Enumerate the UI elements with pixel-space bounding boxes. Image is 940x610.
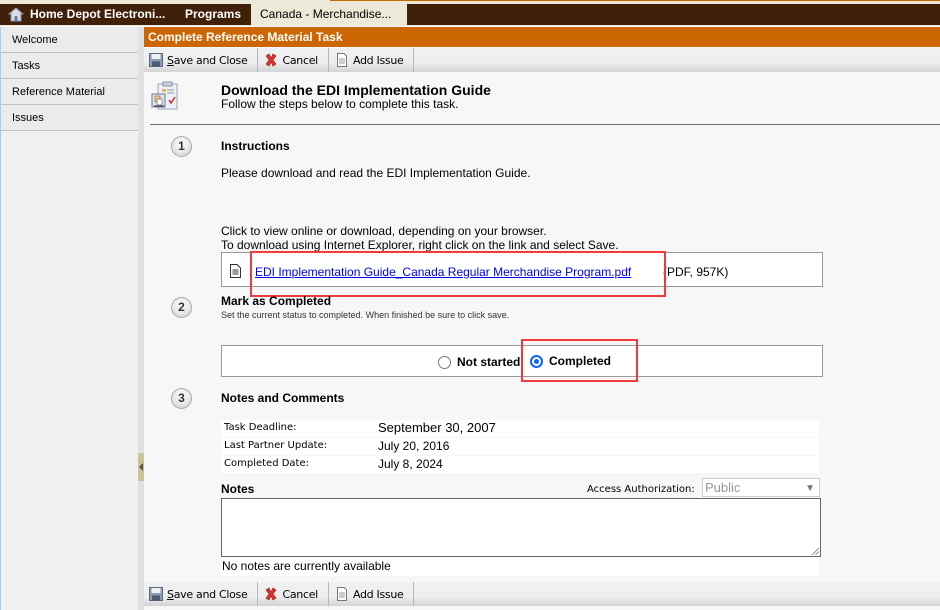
- info-row-task-deadline: Task Deadline: September 30, 2007: [221, 420, 819, 437]
- last-partner-update-label: Last Partner Update:: [224, 440, 328, 451]
- save-icon: [149, 53, 163, 67]
- toolbar-bottom: Save and Close Cancel Add Issue: [144, 582, 940, 606]
- save-and-close-button[interactable]: Save and Close: [144, 48, 259, 72]
- cancel-x-icon: [266, 53, 277, 67]
- step-1-instruction: Please download and read the EDI Impleme…: [221, 166, 531, 180]
- home-icon: [8, 7, 24, 22]
- add-issue-button-bottom[interactable]: Add Issue: [329, 582, 415, 606]
- task-deadline-value: September 30, 2007: [378, 420, 496, 435]
- notes-textarea[interactable]: [221, 498, 821, 557]
- access-authorization-value: Public: [705, 480, 741, 495]
- tab-programs[interactable]: Programs: [185, 4, 241, 25]
- step-1-title: Instructions: [221, 139, 290, 153]
- task-deadline-label: Task Deadline:: [224, 422, 297, 433]
- page-title: Complete Reference Material Task: [144, 27, 940, 47]
- add-issue-button[interactable]: Add Issue: [329, 48, 415, 72]
- file-document-icon: [230, 264, 241, 278]
- step-1-hint-1: Click to view online or download, depend…: [221, 224, 547, 238]
- add-issue-label: Add Issue: [352, 587, 404, 601]
- document-icon: [336, 587, 347, 601]
- save-label: ave and Close: [173, 587, 248, 601]
- save-and-close-button-bottom[interactable]: Save and Close: [144, 582, 259, 606]
- radio-not-started-input[interactable]: [438, 355, 451, 369]
- tab-home[interactable]: Home Depot Electroni...: [8, 4, 165, 25]
- radio-completed[interactable]: Completed: [530, 354, 611, 368]
- access-authorization-label: Access Authorization:: [587, 484, 695, 495]
- tab-programs-label: Programs: [185, 7, 242, 21]
- chevron-down-icon: ▼: [805, 483, 815, 494]
- access-authorization-select[interactable]: Public ▼: [702, 478, 820, 497]
- completed-date-label: Completed Date:: [224, 458, 309, 469]
- save-label: ave and Close: [173, 53, 248, 67]
- info-row-last-partner-update: Last Partner Update: July 20, 2016: [221, 438, 819, 455]
- tab-canada-merchandise[interactable]: Canada - Merchandise...: [251, 4, 407, 25]
- step-3-title: Notes and Comments: [221, 391, 345, 405]
- cancel-x-icon: [266, 587, 277, 601]
- edi-guide-download-link[interactable]: EDI Implementation Guide_Canada Regular …: [255, 265, 631, 279]
- task-subtitle: Follow the steps below to complete this …: [221, 97, 459, 111]
- save-accelerator: S: [167, 587, 174, 601]
- cancel-label: Cancel: [282, 53, 318, 67]
- last-partner-update-value: July 20, 2016: [378, 439, 450, 453]
- info-row-completed-date: Completed Date: July 8, 2024: [221, 456, 819, 473]
- top-accent-line: [330, 0, 940, 1]
- step-2-badge: 2: [171, 297, 192, 318]
- task-title: Download the EDI Implementation Guide: [221, 82, 491, 98]
- step-1-hint-2: To download using Internet Explorer, rig…: [221, 238, 619, 252]
- radio-not-started[interactable]: Not started: [438, 355, 520, 369]
- sidebar: Welcome Tasks Reference Material Issues: [0, 27, 138, 610]
- sidebar-item-welcome[interactable]: Welcome: [1, 27, 138, 53]
- file-attachment-box: EDI Implementation Guide_Canada Regular …: [221, 252, 823, 287]
- save-icon: [149, 587, 163, 601]
- step-2-title: Mark as Completed: [221, 294, 332, 308]
- top-nav: Home Depot Electroni... Programs Canada …: [0, 4, 940, 26]
- cancel-button-bottom[interactable]: Cancel: [258, 582, 329, 606]
- tab-canada-label: Canada - Merchandise...: [260, 7, 392, 21]
- radio-not-started-label: Not started: [457, 355, 521, 369]
- no-notes-message: No notes are currently available: [221, 557, 819, 576]
- header-divider: [150, 124, 940, 125]
- task-clipboard-icon: [151, 81, 178, 110]
- task-content: Download the EDI Implementation Guide Fo…: [144, 72, 940, 582]
- notes-label: Notes: [221, 482, 255, 496]
- step-3-badge: 3: [171, 388, 192, 409]
- save-accelerator: S: [167, 53, 174, 67]
- cancel-button[interactable]: Cancel: [258, 48, 329, 72]
- file-meta: (PDF, 957K): [663, 265, 729, 279]
- toolbar-top: Save and Close Cancel Add Issue: [144, 48, 940, 72]
- tab-home-label: Home Depot Electroni...: [30, 7, 166, 21]
- completed-date-value: July 8, 2024: [378, 457, 443, 471]
- step-2-subtitle: Set the current status to completed. Whe…: [221, 310, 510, 320]
- add-issue-label: Add Issue: [352, 53, 404, 67]
- radio-completed-label: Completed: [549, 354, 612, 368]
- cancel-label: Cancel: [282, 587, 318, 601]
- status-radio-group: Not started Completed: [221, 345, 823, 377]
- step-1-badge: 1: [171, 136, 192, 157]
- sidebar-item-tasks[interactable]: Tasks: [1, 53, 138, 79]
- sidebar-item-issues[interactable]: Issues: [1, 105, 138, 131]
- radio-completed-input[interactable]: [530, 354, 543, 368]
- document-icon: [336, 53, 347, 67]
- sidebar-item-reference-material[interactable]: Reference Material: [1, 79, 138, 105]
